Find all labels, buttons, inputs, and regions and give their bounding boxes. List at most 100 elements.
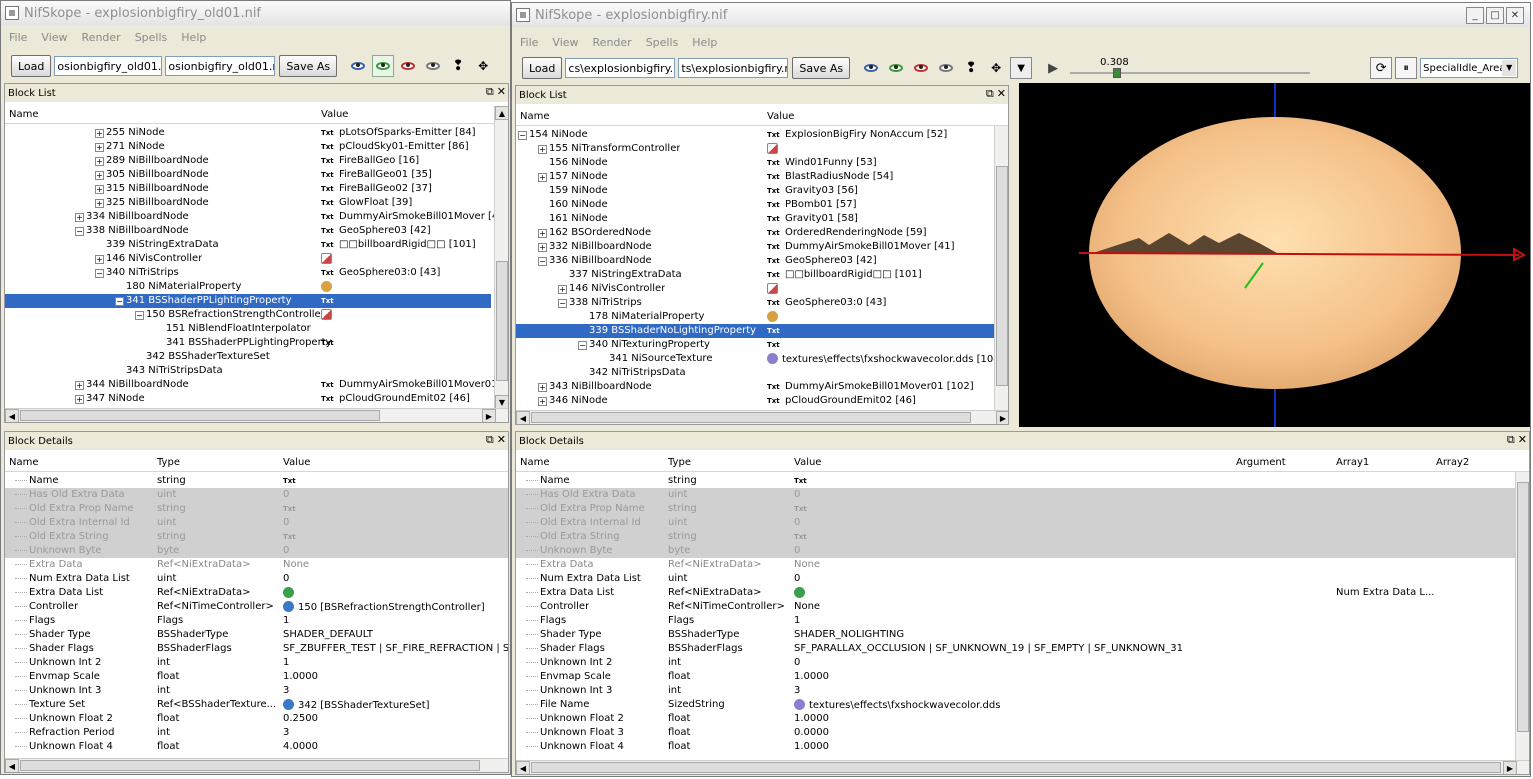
tree-row[interactable]: +344 NiBillboardNode Txt DummyAirSmokeBill… [5,378,505,392]
close-icon[interactable]: ✕ [1518,433,1527,447]
col-array1[interactable]: Array1 [1336,457,1369,468]
detail-row[interactable]: Shader Flags BSShaderFlags SF_PARALLAX_OCC… [516,642,1516,656]
tree-row[interactable]: 151 NiBlendFloatInterpolator [5,322,491,336]
expand-icon[interactable]: + [538,229,547,238]
details-vscroll[interactable] [1515,472,1529,762]
detail-row[interactable]: Name string Txt [516,474,1516,488]
axes-icon[interactable]: ✥ [985,57,1007,79]
footprints-icon[interactable]: ❢ [960,57,982,79]
detail-row[interactable]: Envmap Scale float 1.0000 [5,670,508,684]
tree-row[interactable]: 343 NiTriStripsData [5,364,491,378]
gray-eye-icon[interactable] [422,55,444,77]
save-path-input[interactable]: osionbigfiry_old01.nif [165,56,276,76]
expand-icon[interactable]: + [95,129,104,138]
tree-row[interactable]: +346 NiNode Txt pCloudGroundEmit02 [46] [516,394,996,408]
expand-icon[interactable]: + [75,381,84,390]
tree-row[interactable]: +155 NiTransformController [516,142,996,156]
col-value[interactable]: Value [321,109,348,120]
menu-help[interactable]: Help [692,36,717,49]
tree-row[interactable]: −154 NiNode Txt ExplosionBigFiry NonAccum … [516,128,996,142]
detail-row[interactable]: Refraction Period int 3 [5,726,508,740]
detail-row[interactable]: Num Extra Data List uint 0 [5,572,508,586]
blue-eye-icon[interactable] [347,55,369,77]
expand-icon[interactable]: + [95,185,104,194]
green-eye-icon[interactable] [372,55,395,77]
menu-spells[interactable]: Spells [646,36,679,49]
gray-eye-icon[interactable] [935,57,957,79]
detail-row[interactable]: Unknown Float 4 float 4.0000 [5,740,508,754]
tree-row[interactable]: 339 BSShaderNoLightingProperty Txt [516,324,996,338]
tree-row[interactable]: −341 BSShaderPPLightingProperty Txt [5,294,491,308]
tree-row[interactable]: +315 NiBillboardNode Txt FireBallGeo02 [37… [5,182,491,196]
detail-row[interactable]: Unknown Int 2 int 0 [516,656,1516,670]
detail-row[interactable]: Unknown Float 3 float 0.0000 [516,726,1516,740]
detail-row[interactable]: Controller Ref<NiTimeController> 150 [BSRe… [5,600,508,614]
tree-vscroll[interactable] [994,126,1008,411]
expand-icon[interactable]: + [558,285,567,294]
tree-row[interactable]: +255 NiNode Txt pLotsOfSparks-Emitter [84] [5,126,491,140]
save-as-button[interactable]: Save As [792,57,851,79]
detail-row[interactable]: Unknown Float 2 float 1.0000 [516,712,1516,726]
expand-icon[interactable]: + [95,171,104,180]
detail-row[interactable]: Name string Txt [5,474,508,488]
tree-row[interactable]: 337 NiStringExtraData Txt □□billboardRigid… [516,268,996,282]
detail-row[interactable]: Unknown Int 3 int 3 [5,684,508,698]
menu-help[interactable]: Help [181,31,206,44]
detail-row[interactable]: Unknown Float 2 float 0.2500 [5,712,508,726]
expand-icon[interactable]: + [95,255,104,264]
col-value[interactable]: Value [767,111,794,122]
detail-row[interactable]: Shader Flags BSShaderFlags SF_ZBUFFER_TEST… [5,642,508,656]
menu-file[interactable]: File [9,31,27,44]
detail-row[interactable]: Old Extra String string Txt [5,530,508,544]
detail-row[interactable]: Old Extra String string Txt [516,530,1516,544]
expand-icon[interactable]: + [538,145,547,154]
collapse-icon[interactable]: − [518,131,527,140]
detail-row[interactable]: Old Extra Internal Id uint 0 [5,516,508,530]
menu-render[interactable]: Render [593,36,632,49]
col-value[interactable]: Value [794,457,821,468]
tree-row[interactable]: +305 NiBillboardNode Txt FireBallGeo01 [35… [5,168,491,182]
tree-row[interactable]: +332 NiBillboardNode Txt DummyAirSmokeBill… [516,240,996,254]
col-argument[interactable]: Argument [1236,457,1286,468]
right-titlebar[interactable]: NifSkope - explosionbigfiry.nif _ □ ✕ [512,3,1530,27]
float-icon[interactable]: ⧉ [486,85,494,99]
tree-row[interactable]: +162 BSOrderedNode Txt OrderedRenderingNod… [516,226,996,240]
render-viewport[interactable] [1019,83,1530,427]
detail-row[interactable]: Unknown Int 3 int 3 [516,684,1516,698]
expand-icon[interactable]: + [95,143,104,152]
col-name[interactable]: Name [520,457,550,468]
detail-row[interactable]: File Name SizedString textures\effects\fxs… [516,698,1516,712]
detail-row[interactable]: Shader Type BSShaderType SHADER_NOLIGHTING [516,628,1516,642]
detail-row[interactable]: Has Old Extra Data uint 0 [516,488,1516,502]
detail-row[interactable]: Unknown Float 4 float 1.0000 [516,740,1516,754]
detail-row[interactable]: Unknown Byte byte 0 [5,544,508,558]
tree-row[interactable]: −340 NiTexturingProperty Txt [516,338,996,352]
expand-icon[interactable]: + [538,383,547,392]
tree-row[interactable]: +146 NiVisController [516,282,996,296]
axes-icon[interactable]: ✥ [472,55,494,77]
details-hscroll[interactable]: ◀ [5,758,508,772]
col-value[interactable]: Value [283,457,310,468]
tree-row[interactable]: 161 NiNode Txt Gravity01 [58] [516,212,996,226]
col-array2[interactable]: Array2 [1436,457,1469,468]
detail-row[interactable]: Extra Data Ref<NiExtraData> None [516,558,1516,572]
expand-icon[interactable]: + [538,243,547,252]
expand-icon[interactable]: + [538,173,547,182]
expand-icon[interactable]: + [95,199,104,208]
col-type[interactable]: Type [157,457,180,468]
detail-row[interactable]: Flags Flags 1 [516,614,1516,628]
load-button[interactable]: Load [522,57,563,79]
detail-row[interactable]: Old Extra Prop Name string Txt [5,502,508,516]
animation-select[interactable]: SpecialIdle_Area ▼ [1420,58,1519,78]
time-slider[interactable]: 0.308 [1070,57,1311,79]
collapse-icon[interactable]: − [578,341,587,350]
collapse-icon[interactable]: − [538,257,547,266]
detail-row[interactable]: Extra Data List Ref<NiExtraData> [5,586,508,600]
detail-row[interactable]: Flags Flags 1 [5,614,508,628]
collapse-icon[interactable]: − [115,297,124,306]
tree-row[interactable]: +157 NiNode Txt BlastRadiusNode [54] [516,170,996,184]
detail-row[interactable]: Unknown Int 2 int 1 [5,656,508,670]
tree-hscroll[interactable]: ◀ ▶ [5,408,508,422]
tree-row[interactable]: +146 NiVisController [5,252,491,266]
menu-view[interactable]: View [41,31,67,44]
